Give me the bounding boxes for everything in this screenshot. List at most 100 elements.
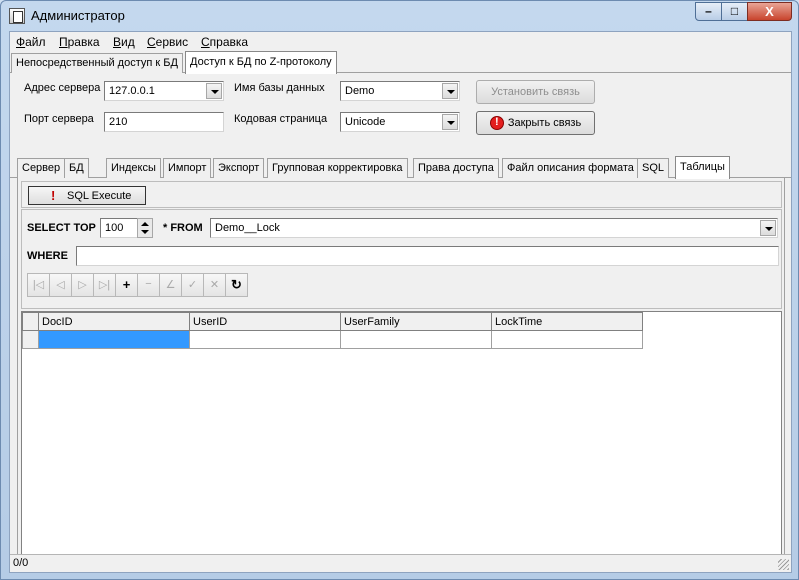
column-header-locktime[interactable]: LockTime [491,312,643,331]
grid-cell-locktime[interactable] [491,330,643,349]
window-title: Администратор [31,8,125,23]
title-bar[interactable]: Администратор – □ X [1,1,798,31]
access-tabs: Непосредственный доступ к БД Доступ к БД… [10,51,791,74]
chevron-down-icon[interactable] [206,83,222,99]
menu-service-accel: С [147,35,156,49]
menu-view-label: ид [121,35,135,49]
nav-cancel-button[interactable]: ✕ [203,273,226,297]
menu-view[interactable]: Вид [113,35,135,49]
db-navigator: |◁ ◁ ▷ ▷| + − ∠ ✓ ✕ ↻ [27,273,248,297]
menu-edit[interactable]: Правка [59,35,100,49]
column-header-userfamily[interactable]: UserFamily [340,312,492,331]
maximize-icon: □ [730,4,739,18]
from-label: * FROM [163,222,203,234]
db-name-label: Имя базы данных [234,82,325,94]
chevron-down-icon[interactable] [442,83,458,99]
client-area: Файл Правка Вид Сервис Справка Непосредс… [9,31,792,573]
sql-execute-button[interactable]: ! SQL Execute [28,186,146,205]
tab-indexes[interactable]: Индексы [106,158,161,178]
tab-access-rights[interactable]: Права доступа [413,158,499,178]
row-indicator[interactable] [22,330,39,349]
grid-cell-userfamily[interactable] [340,330,492,349]
server-port-label: Порт сервера [24,113,94,125]
tab-db[interactable]: БД [64,158,89,178]
chevron-down-icon[interactable] [760,220,776,236]
tab-import[interactable]: Импорт [163,158,212,178]
menu-edit-accel: П [59,35,68,49]
tab-direct-access[interactable]: Непосредственный доступ к БД [11,53,183,73]
record-counter: 0/0 [13,557,29,569]
maximize-button[interactable]: □ [721,2,748,21]
tab-sql[interactable]: SQL [637,158,670,178]
tables-tab-page: ! SQL Execute SELECT TOP 100 * FROM Demo… [17,178,785,566]
chevron-down-icon[interactable] [442,114,458,130]
server-address-value: 127.0.0.1 [109,85,155,97]
exclamation-icon: ! [51,188,56,203]
top-count-spinner[interactable] [137,218,153,238]
grid-header-row: DocID UserID UserFamily LockTime [22,312,643,331]
grid-table: DocID UserID UserFamily LockTime [22,312,643,349]
resize-grip-icon[interactable] [778,559,789,570]
minimize-button[interactable]: – [695,2,722,21]
nav-insert-button[interactable]: + [115,273,138,297]
menu-help-accel: С [201,35,210,49]
menu-file-accel: Ф [16,35,26,49]
minimize-icon: – [705,4,712,18]
server-address-label: Адрес сервера [24,82,101,94]
menu-file[interactable]: Файл [16,35,46,49]
tab-server[interactable]: Сервер [17,158,66,178]
sql-toolbar: ! SQL Execute [21,181,782,208]
db-name-value: Demo [345,85,375,97]
tab-group-edit[interactable]: Групповая корректировка [267,158,408,178]
nav-first-button[interactable]: |◁ [27,273,50,297]
menu-bar: Файл Правка Вид Сервис Справка [10,32,791,50]
server-address-combo[interactable]: 127.0.0.1 [104,81,224,101]
select-top-label: SELECT TOP [27,222,96,234]
tab-tables[interactable]: Таблицы [675,156,730,179]
function-tabs: Сервер БД Индексы Импорт Экспорт Группов… [10,156,791,179]
grid-cell-userid[interactable] [189,330,341,349]
nav-next-button[interactable]: ▷ [71,273,94,297]
top-count-input[interactable]: 100 [100,218,138,238]
caption-buttons: – □ X [695,2,792,21]
close-icon: X [765,4,774,19]
sql-execute-label: SQL Execute [67,190,132,202]
grid-cell-docid[interactable] [38,330,190,349]
db-name-combo[interactable]: Demo [340,81,460,101]
menu-help-label: правка [209,35,249,49]
table-select-combo[interactable]: Demo__Lock [210,218,778,238]
table-row[interactable] [22,330,643,349]
data-grid[interactable]: DocID UserID UserFamily LockTime [21,311,782,561]
disconnect-button-label: Закрыть связь [507,117,582,129]
tab-export[interactable]: Экспорт [213,158,265,178]
codepage-combo[interactable]: Unicode [340,112,460,132]
menu-file-label: айл [25,35,46,49]
tab-zprotocol-access[interactable]: Доступ к БД по Z-протоколу [185,51,337,74]
column-header-docid[interactable]: DocID [38,312,190,331]
nav-refresh-button[interactable]: ↻ [225,273,248,297]
app-window: Администратор – □ X Файл Правка Вид Серв… [0,0,799,580]
where-label: WHERE [27,250,68,262]
codepage-value: Unicode [345,116,386,128]
stop-icon [490,116,504,130]
menu-service-label: ервис [155,35,189,49]
connection-panel: Адрес сервера 127.0.0.1 Порт сервера 210… [11,73,790,157]
nav-edit-button[interactable]: ∠ [159,273,182,297]
nav-prior-button[interactable]: ◁ [49,273,72,297]
menu-service[interactable]: Сервис [147,35,188,49]
status-bar: 0/0 [10,554,791,572]
nav-delete-button[interactable]: − [137,273,160,297]
app-icon [9,8,25,24]
nav-post-button[interactable]: ✓ [181,273,204,297]
nav-last-button[interactable]: ▷| [93,273,116,297]
tab-format-file[interactable]: Файл описания формата [502,158,639,178]
server-port-input[interactable]: 210 [104,112,224,132]
connect-button[interactable]: Установить связь [476,80,595,104]
menu-view-accel: В [113,35,122,49]
disconnect-button[interactable]: Закрыть связь [476,111,595,135]
close-button[interactable]: X [747,2,792,21]
menu-help[interactable]: Справка [201,35,248,49]
menu-edit-label: равка [67,35,100,49]
column-header-userid[interactable]: UserID [189,312,341,331]
where-input[interactable] [76,246,779,266]
